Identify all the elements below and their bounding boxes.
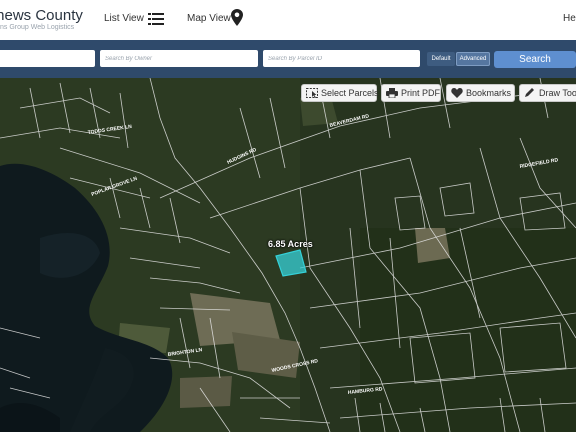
heart-icon xyxy=(451,88,463,98)
select-icon xyxy=(306,88,318,98)
search-bar: Default Advanced Search xyxy=(0,40,576,78)
select-parcels-label: Select Parcels xyxy=(321,88,379,98)
aerial-map-canvas[interactable]: BEAVERDAM RD TODDS CREEK LN POPLAR GROVE… xyxy=(0,78,576,432)
print-pdf-label: Print PDF xyxy=(401,88,441,98)
draw-tools-label: Draw Tools xyxy=(539,88,576,98)
default-mode-toggle[interactable]: Default xyxy=(427,52,455,66)
bookmarks-label: Bookmarks xyxy=(466,88,512,98)
pencil-icon xyxy=(525,88,534,97)
select-parcels-button[interactable]: Select Parcels xyxy=(301,84,379,102)
parcel-acreage-label: 6.85 Acres xyxy=(268,239,313,249)
top-header: thews County ns Group Web Logistics List… xyxy=(0,0,576,40)
bookmarks-button[interactable]: Bookmarks xyxy=(446,84,515,102)
printer-icon xyxy=(386,88,398,98)
parcel-map[interactable]: BEAVERDAM RD TODDS CREEK LN POPLAR GROVE… xyxy=(0,78,576,432)
map-pin-icon[interactable] xyxy=(231,9,243,26)
draw-tools-button[interactable]: Draw Tools xyxy=(519,84,576,102)
advanced-mode-toggle[interactable]: Advanced xyxy=(456,52,490,66)
print-pdf-button[interactable]: Print PDF xyxy=(381,84,441,102)
owner-search-input[interactable] xyxy=(100,50,258,67)
list-icon[interactable] xyxy=(148,13,164,25)
nav-list-view[interactable]: List View xyxy=(104,13,144,24)
county-subtitle: ns Group Web Logistics xyxy=(0,24,75,31)
nav-map-view[interactable]: Map View xyxy=(187,13,231,24)
nav-help[interactable]: Help xyxy=(563,13,576,24)
search-button[interactable]: Search xyxy=(494,51,576,68)
county-title: thews County xyxy=(0,7,83,24)
parcel-id-search-input[interactable] xyxy=(263,50,420,67)
address-search-input[interactable] xyxy=(0,50,95,67)
